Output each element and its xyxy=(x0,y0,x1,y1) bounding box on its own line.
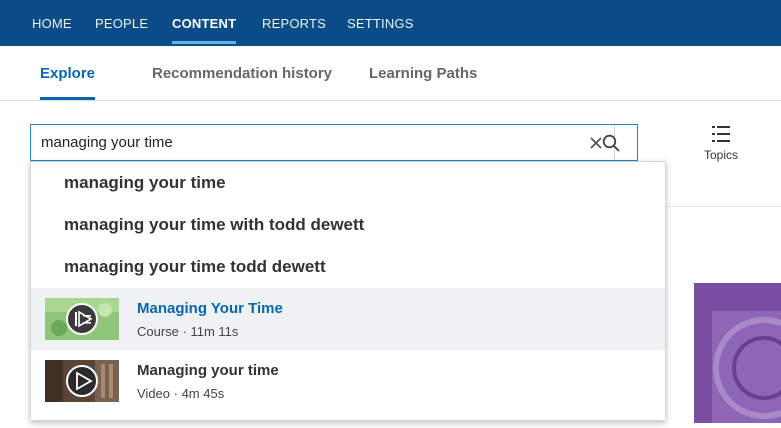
nav-settings[interactable]: SETTINGS xyxy=(347,0,414,46)
divider xyxy=(665,206,781,207)
search-button[interactable] xyxy=(584,125,637,160)
search-input[interactable] xyxy=(41,125,561,160)
course-thumbnail xyxy=(45,298,119,340)
result-title: Managing your time xyxy=(137,362,279,379)
result-meta: Course · 11m 11s xyxy=(137,324,238,339)
nav-people[interactable]: PEOPLE xyxy=(95,0,148,46)
topics-label: Topics xyxy=(703,148,738,162)
suggestion-item[interactable]: managing your time todd dewett xyxy=(31,246,665,288)
search-icon xyxy=(602,134,619,151)
result-item-video[interactable]: Managing your time Video · 4m 45s xyxy=(31,350,665,412)
video-thumbnail xyxy=(45,360,119,402)
nav-reports[interactable]: REPORTS xyxy=(262,0,326,46)
top-navigation: HOME PEOPLE CONTENT REPORTS SETTINGS xyxy=(0,0,781,46)
meta-separator: · xyxy=(170,386,182,401)
result-type: Video xyxy=(137,386,171,401)
result-type: Course xyxy=(137,324,179,339)
search-suggestions-dropdown: managing your time managing your time wi… xyxy=(30,161,666,421)
meta-separator: · xyxy=(178,324,191,339)
sub-tabs: Explore Recommendation history Learning … xyxy=(0,46,781,101)
search-box xyxy=(30,124,638,161)
promo-card-artwork xyxy=(694,283,781,423)
list-icon xyxy=(712,126,730,142)
topics-button[interactable]: Topics xyxy=(696,124,746,176)
result-duration: 4m 45s xyxy=(181,386,225,401)
tab-recommendation-history[interactable]: Recommendation history xyxy=(152,46,332,100)
tab-explore[interactable]: Explore xyxy=(40,46,96,100)
result-item-course[interactable]: Managing Your Time Course · 11m 11s xyxy=(31,288,665,350)
result-meta: Video · 4m 45s xyxy=(137,386,224,401)
result-duration: 11m 11s xyxy=(190,324,239,339)
suggestion-item[interactable]: managing your time xyxy=(31,162,665,204)
promo-card[interactable] xyxy=(694,283,781,423)
suggestion-item[interactable]: managing your time with todd dewett xyxy=(31,204,665,246)
nav-content[interactable]: CONTENT xyxy=(172,0,237,46)
tab-learning-paths[interactable]: Learning Paths xyxy=(369,46,477,100)
nav-home[interactable]: HOME xyxy=(32,0,72,46)
result-title: Managing Your Time xyxy=(137,300,283,317)
